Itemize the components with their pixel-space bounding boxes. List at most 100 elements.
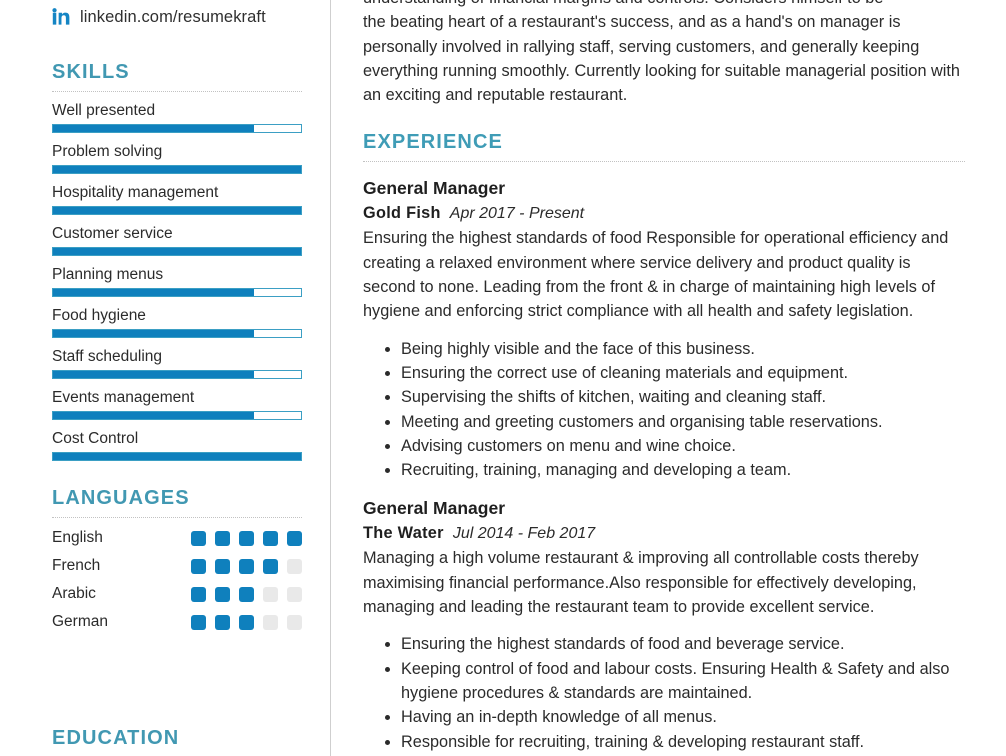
skill-item: Food hygiene	[52, 306, 302, 338]
experience-entry: General Manager Gold Fish Apr 2017 - Prese…	[363, 177, 965, 482]
language-level-dots	[191, 558, 302, 574]
skill-progress-fill	[53, 289, 254, 296]
language-level-dot	[191, 558, 206, 574]
summary-partial-line: understanding of financial margins and c…	[363, 0, 965, 10]
language-level-dot	[215, 558, 230, 574]
skill-progress-fill	[53, 412, 254, 419]
resume-page: linkedin.com/resumekraft SKILLS Well pre…	[0, 0, 1006, 756]
skill-label: Planning menus	[52, 266, 164, 283]
summary-section: understanding of financial margins and c…	[363, 0, 965, 107]
language-item: Arabic	[52, 580, 302, 608]
language-level-dots	[191, 586, 302, 602]
language-level-dot	[239, 586, 254, 602]
job-bullet: Supervising the shifts of kitchen, waiti…	[385, 385, 965, 409]
skill-progress-fill	[53, 248, 301, 255]
job-title: General Manager	[363, 498, 505, 519]
skill-label: Staff scheduling	[52, 348, 163, 365]
skill-item: Hospitality management	[52, 183, 302, 215]
job-bullet: Having an in-depth knowledge of all menu…	[385, 705, 965, 729]
skill-progress-bar	[52, 124, 302, 133]
linkedin-url[interactable]: linkedin.com/resumekraft	[80, 8, 266, 27]
job-bullet: Recruiting, training, managing and devel…	[385, 458, 965, 482]
skill-progress-bar	[52, 206, 302, 215]
language-level-dot	[239, 530, 254, 546]
language-level-dot	[287, 614, 302, 630]
skill-item: Events management	[52, 388, 302, 420]
experience-entry: General Manager The Water Jul 2014 - Feb 2…	[363, 497, 965, 753]
experience-divider	[363, 161, 965, 163]
job-bullet: Being highly visible and the face of thi…	[385, 337, 965, 361]
experience-heading: EXPERIENCE	[363, 131, 503, 154]
linkedin-contact-row[interactable]: linkedin.com/resumekraft	[52, 0, 302, 34]
skill-label: Customer service	[52, 225, 173, 242]
language-level-dots	[191, 530, 302, 546]
skill-label: Events management	[52, 389, 195, 406]
languages-divider	[52, 517, 302, 518]
skill-item: Planning menus	[52, 265, 302, 297]
job-bullet: Advising customers on menu and wine choi…	[385, 434, 965, 458]
skill-progress-fill	[53, 371, 254, 378]
language-level-dot	[191, 530, 206, 546]
skill-progress-bar	[52, 247, 302, 256]
skill-item: Customer service	[52, 224, 302, 256]
skill-label: Problem solving	[52, 143, 163, 160]
job-company: Gold Fish	[363, 204, 441, 223]
language-level-dot	[263, 614, 278, 630]
job-bullet: Meeting and greeting customers and organ…	[385, 410, 965, 434]
skill-progress-bar	[52, 165, 302, 174]
language-level-dot	[239, 558, 254, 574]
language-level-dot	[287, 558, 302, 574]
skill-progress-bar	[52, 452, 302, 461]
job-description: Managing a high volume restaurant & impr…	[363, 549, 919, 617]
job-meta: The Water Jul 2014 - Feb 2017	[363, 521, 965, 546]
education-section: EDUCATION	[52, 727, 302, 750]
language-level-dot	[263, 586, 278, 602]
job-meta: Gold Fish Apr 2017 - Present	[363, 201, 965, 226]
language-level-dot	[263, 558, 278, 574]
skill-progress-bar	[52, 288, 302, 297]
skill-label: Hospitality management	[52, 184, 219, 201]
skill-progress-fill	[53, 125, 254, 132]
language-level-dot	[215, 614, 230, 630]
languages-heading: LANGUAGES	[52, 487, 190, 509]
skill-progress-fill	[53, 453, 301, 460]
skill-progress-fill	[53, 207, 301, 214]
skill-progress-fill	[53, 330, 254, 337]
language-label: English	[52, 529, 103, 546]
job-bullet: Ensuring the highest standards of food a…	[385, 632, 965, 656]
language-label: German	[52, 613, 108, 630]
job-description: Ensuring the highest standards of food R…	[363, 229, 949, 321]
job-bullet: Keeping control of food and labour costs…	[385, 657, 965, 706]
language-item: German	[52, 608, 302, 636]
sidebar: linkedin.com/resumekraft SKILLS Well pre…	[0, 0, 330, 756]
language-item: French	[52, 552, 302, 580]
job-title: General Manager	[363, 178, 505, 199]
skills-heading: SKILLS	[52, 61, 130, 83]
skill-item: Well presented	[52, 101, 302, 133]
skill-label: Well presented	[52, 102, 156, 119]
experience-list: General Manager Gold Fish Apr 2017 - Prese…	[363, 177, 965, 753]
job-dates: Jul 2014 - Feb 2017	[452, 525, 596, 543]
skill-progress-fill	[53, 166, 301, 173]
skills-section: SKILLS Well presented Problem solving Hosp…	[52, 34, 302, 461]
skill-progress-bar	[52, 370, 302, 379]
language-level-dot	[215, 586, 230, 602]
languages-section: LANGUAGES English French Arabic German	[52, 461, 302, 636]
skill-item: Cost Control	[52, 429, 302, 461]
language-level-dot	[287, 586, 302, 602]
experience-heading-wrap: EXPERIENCE	[363, 131, 965, 163]
job-bullet-list: Being highly visible and the face of thi…	[363, 337, 965, 483]
main-content: understanding of financial margins and c…	[330, 0, 1006, 756]
skills-list: Well presented Problem solving Hospitality…	[52, 101, 302, 461]
language-level-dots	[191, 614, 302, 630]
language-item: English	[52, 524, 302, 552]
skill-item: Problem solving	[52, 142, 302, 174]
skill-progress-bar	[52, 329, 302, 338]
job-bullet: Ensuring the correct use of cleaning mat…	[385, 361, 965, 385]
language-level-dot	[191, 586, 206, 602]
skill-label: Food hygiene	[52, 307, 146, 324]
languages-list: English French Arabic German	[52, 524, 302, 636]
language-level-dot	[287, 530, 302, 546]
language-level-dot	[191, 614, 206, 630]
language-level-dot	[239, 614, 254, 630]
